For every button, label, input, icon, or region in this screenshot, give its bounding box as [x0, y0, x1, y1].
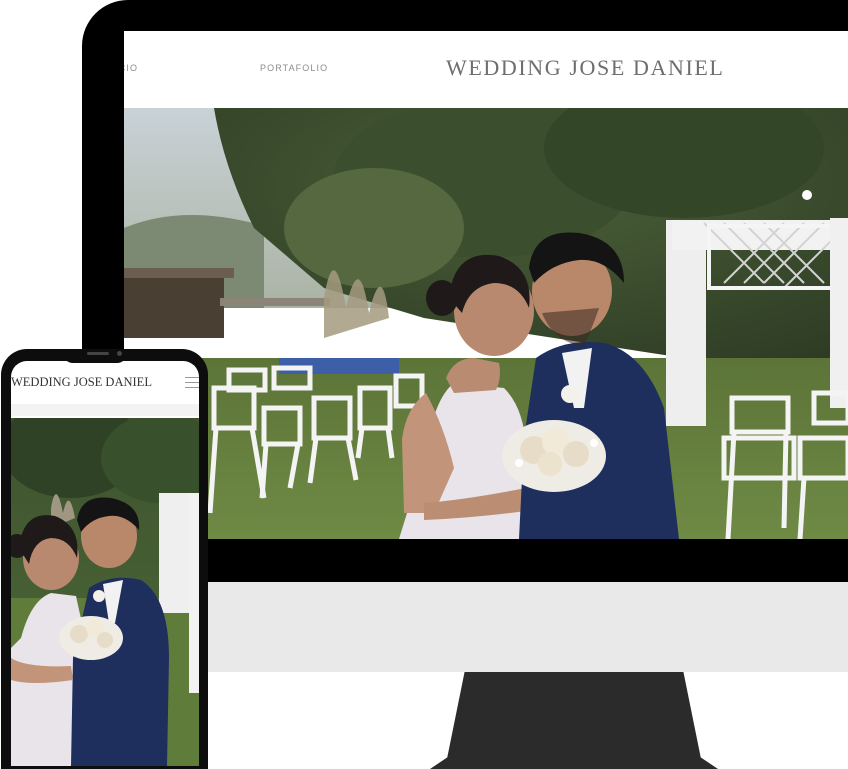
nav-inicio-link[interactable]: INICIO	[124, 63, 138, 73]
hamburger-menu-icon[interactable]	[185, 377, 199, 388]
monitor-stand	[430, 672, 718, 769]
mobile-screen: WEDDING JOSE DANIEL	[11, 361, 199, 766]
phone-camera	[117, 351, 122, 356]
desktop-screen: INICIO PORTAFOLIO WEDDING JOSE DANIEL	[124, 31, 848, 539]
mobile-site-title[interactable]: WEDDING JOSE DANIEL	[11, 375, 152, 390]
desktop-header: INICIO PORTAFOLIO WEDDING JOSE DANIEL	[124, 31, 848, 108]
monitor-chin	[124, 582, 848, 672]
hero-wedding-photo	[124, 108, 848, 539]
site-title[interactable]: WEDDING JOSE DANIEL	[446, 55, 724, 81]
mobile-header-divider	[11, 404, 199, 416]
phone-frame: WEDDING JOSE DANIEL	[1, 349, 208, 769]
phone-speaker	[87, 352, 109, 355]
nav-portafolio-link[interactable]: PORTAFOLIO	[260, 63, 328, 73]
mobile-hero-wedding-photo	[11, 418, 199, 766]
